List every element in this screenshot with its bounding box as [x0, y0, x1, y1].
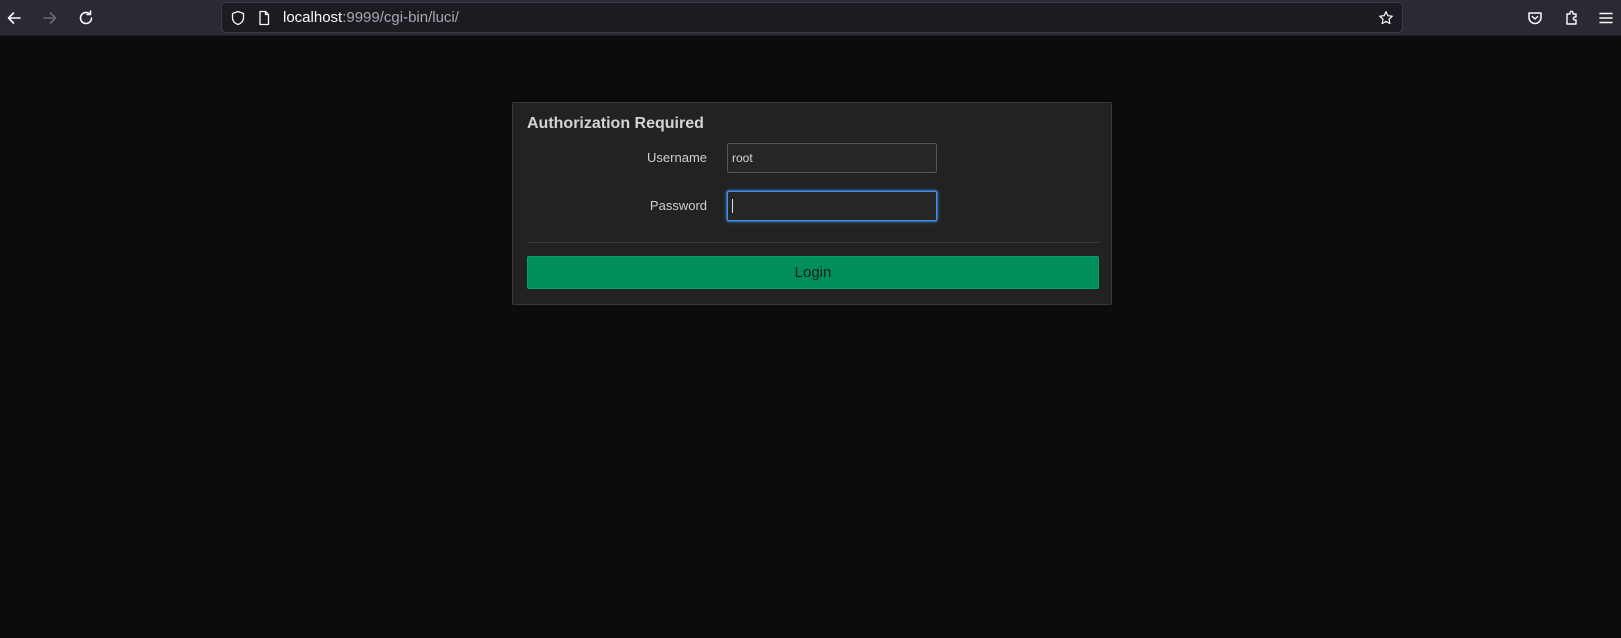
back-button[interactable] [0, 4, 28, 32]
login-button[interactable]: Login [527, 256, 1099, 289]
password-label: Password [649, 198, 707, 213]
login-panel: Authorization Required Username Password… [512, 102, 1112, 305]
username-label: Username [647, 150, 707, 165]
star-icon[interactable] [1377, 9, 1395, 27]
arrow-left-icon [7, 12, 21, 24]
browser-toolbar: localhost:9999/cgi-bin/luci/ [0, 0, 1621, 36]
menu-button[interactable] [1592, 4, 1620, 32]
forward-button[interactable] [36, 4, 64, 32]
panel-title: Authorization Required [527, 115, 704, 132]
url-text[interactable]: localhost:9999/cgi-bin/luci/ [283, 9, 459, 27]
hamburger-menu-icon [1599, 12, 1613, 24]
url-bar[interactable]: localhost:9999/cgi-bin/luci/ [221, 2, 1403, 33]
url-path: :9999/cgi-bin/luci/ [342, 9, 459, 26]
reload-button[interactable] [72, 4, 100, 32]
pocket-icon [1528, 12, 1542, 25]
divider [527, 242, 1099, 243]
password-input[interactable] [727, 191, 937, 221]
text-caret [732, 199, 733, 213]
reload-icon [79, 10, 93, 25]
shield-icon[interactable] [229, 9, 247, 27]
arrow-right-icon [43, 12, 57, 24]
pocket-button[interactable] [1521, 4, 1549, 32]
page-icon[interactable] [255, 9, 273, 27]
extensions-button[interactable] [1558, 4, 1586, 32]
username-input[interactable] [727, 143, 937, 173]
puzzle-icon [1566, 10, 1577, 25]
url-host: localhost [283, 9, 343, 26]
